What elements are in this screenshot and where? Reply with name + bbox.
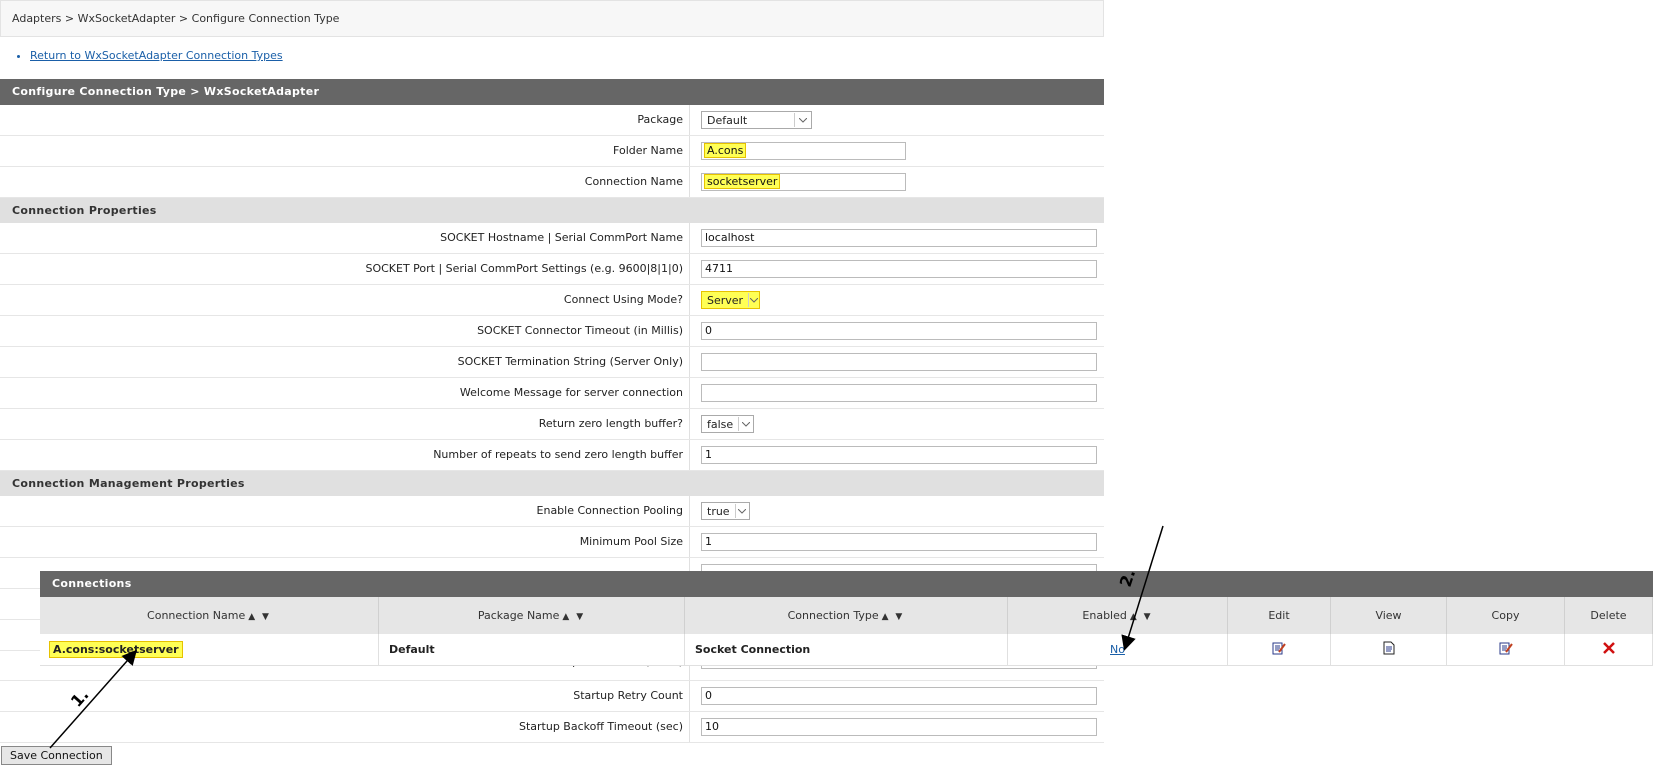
connections-panel: Connections Connection Name ▲ ▼ Package N… (40, 571, 1653, 666)
termination-string-label: SOCKET Termination String (Server Only) (0, 347, 690, 377)
row-min-pool-size: Minimum Pool Size 1 (0, 527, 1104, 558)
col-connection-type[interactable]: Connection Type ▲ ▼ (684, 597, 1008, 634)
cell-copy (1446, 634, 1565, 666)
row-connection-name: Connection Name socketserver (0, 167, 1104, 198)
row-retry-count: Startup Retry Count 0 (0, 681, 1104, 712)
package-select-value: Default (707, 113, 748, 127)
enabled-toggle-link[interactable]: No (1110, 643, 1125, 656)
repeats-field[interactable]: 1 (701, 446, 1097, 464)
col-enabled[interactable]: Enabled ▲ ▼ (1007, 597, 1228, 634)
row-backoff-timeout: Startup Backoff Timeout (sec) 10 (0, 712, 1104, 743)
chevron-down-icon (734, 504, 748, 518)
sort-arrows-icon[interactable]: ▲ ▼ (1130, 612, 1153, 622)
cell-enabled: No (1007, 634, 1228, 666)
sort-arrows-icon[interactable]: ▲ ▼ (562, 612, 585, 622)
folder-name-field[interactable]: A.cons (701, 142, 906, 160)
repeats-label: Number of repeats to send zero length bu… (0, 440, 690, 470)
breadcrumb: Adapters > WxSocketAdapter > Configure C… (0, 0, 1104, 37)
row-enable-pooling: Enable Connection Pooling true (0, 496, 1104, 527)
package-select[interactable]: Default (701, 111, 812, 129)
min-pool-size-field[interactable]: 1 (701, 533, 1097, 551)
sort-arrows-icon[interactable]: ▲ ▼ (882, 612, 905, 622)
enable-pooling-select[interactable]: true (701, 502, 750, 520)
row-termination-string: SOCKET Termination String (Server Only) (0, 347, 1104, 378)
row-folder-name: Folder Name A.cons (0, 136, 1104, 167)
row-port: SOCKET Port | Serial CommPort Settings (… (0, 254, 1104, 285)
package-label: Package (0, 105, 690, 135)
row-zero-length-buffer: Return zero length buffer? false (0, 409, 1104, 440)
row-connect-mode: Connect Using Mode? Server (0, 285, 1104, 316)
zero-length-buffer-select[interactable]: false (701, 415, 754, 433)
table-row: A.cons:socketserver Default Socket Conne… (40, 634, 1653, 666)
cell-edit (1227, 634, 1331, 666)
folder-name-label: Folder Name (0, 136, 690, 166)
row-repeats: Number of repeats to send zero length bu… (0, 440, 1104, 471)
chevron-down-icon (738, 417, 752, 431)
section-connection-management: Connection Management Properties (0, 471, 1104, 496)
min-pool-size-label: Minimum Pool Size (0, 527, 690, 557)
connect-mode-select[interactable]: Server (701, 291, 760, 309)
row-package: Package Default (0, 105, 1104, 136)
retry-count-label: Startup Retry Count (0, 681, 690, 711)
col-copy: Copy (1446, 597, 1565, 634)
return-list: Return to WxSocketAdapter Connection Typ… (10, 49, 283, 62)
backoff-timeout-label: Startup Backoff Timeout (sec) (0, 712, 690, 742)
col-connection-name[interactable]: Connection Name ▲ ▼ (40, 597, 379, 634)
connections-title: Connections (40, 571, 1653, 597)
view-icon[interactable] (1383, 641, 1395, 658)
col-edit: Edit (1227, 597, 1331, 634)
port-field[interactable]: 4711 (701, 260, 1097, 278)
row-welcome-message: Welcome Message for server connection (0, 378, 1104, 409)
row-hostname: SOCKET Hostname | Serial CommPort Name l… (0, 223, 1104, 254)
connection-name-value: socketserver (703, 174, 781, 189)
connect-mode-label: Connect Using Mode? (0, 285, 690, 315)
cell-delete (1564, 634, 1653, 666)
connector-timeout-field[interactable]: 0 (701, 322, 1097, 340)
cell-connection-type: Socket Connection (684, 634, 1008, 666)
col-package-name[interactable]: Package Name ▲ ▼ (378, 597, 685, 634)
retry-count-field[interactable]: 0 (701, 687, 1097, 705)
connections-table: Connection Name ▲ ▼ Package Name ▲ ▼ Conne… (40, 597, 1653, 666)
copy-icon[interactable] (1499, 641, 1513, 658)
hostname-field[interactable]: localhost (701, 229, 1097, 247)
section-connection-properties: Connection Properties (0, 198, 1104, 223)
welcome-message-field[interactable] (701, 384, 1097, 402)
sort-arrows-icon[interactable]: ▲ ▼ (248, 612, 271, 622)
zero-length-buffer-value: false (707, 417, 734, 431)
zero-length-buffer-label: Return zero length buffer? (0, 409, 690, 439)
folder-name-value: A.cons (703, 143, 747, 158)
delete-icon[interactable] (1602, 641, 1616, 658)
save-connection-button[interactable]: Save Connection (1, 746, 112, 765)
cell-view (1330, 634, 1447, 666)
connection-name-cell: A.cons:socketserver (49, 641, 183, 658)
hostname-label: SOCKET Hostname | Serial CommPort Name (0, 223, 690, 253)
cell-package-name: Default (378, 634, 685, 666)
backoff-timeout-field[interactable]: 10 (701, 718, 1097, 736)
edit-icon[interactable] (1272, 641, 1286, 658)
panel-title: Configure Connection Type > WxSocketAdap… (0, 79, 1104, 105)
chevron-down-icon (748, 293, 758, 307)
enable-pooling-label: Enable Connection Pooling (0, 496, 690, 526)
connector-timeout-label: SOCKET Connector Timeout (in Millis) (0, 316, 690, 346)
return-link[interactable]: Return to WxSocketAdapter Connection Typ… (30, 49, 283, 62)
connection-name-label: Connection Name (0, 167, 690, 197)
cell-connection-name: A.cons:socketserver (40, 634, 379, 666)
row-connector-timeout: SOCKET Connector Timeout (in Millis) 0 (0, 316, 1104, 347)
col-delete: Delete (1564, 597, 1653, 634)
connections-header-row: Connection Name ▲ ▼ Package Name ▲ ▼ Conne… (40, 597, 1653, 634)
enable-pooling-value: true (707, 504, 730, 518)
connect-mode-value: Server (707, 293, 744, 307)
port-label: SOCKET Port | Serial CommPort Settings (… (0, 254, 690, 284)
col-view: View (1330, 597, 1447, 634)
connection-name-field[interactable]: socketserver (701, 173, 906, 191)
welcome-message-label: Welcome Message for server connection (0, 378, 690, 408)
return-list-item: Return to WxSocketAdapter Connection Typ… (30, 49, 283, 62)
termination-string-field[interactable] (701, 353, 1097, 371)
chevron-down-icon (794, 113, 810, 127)
